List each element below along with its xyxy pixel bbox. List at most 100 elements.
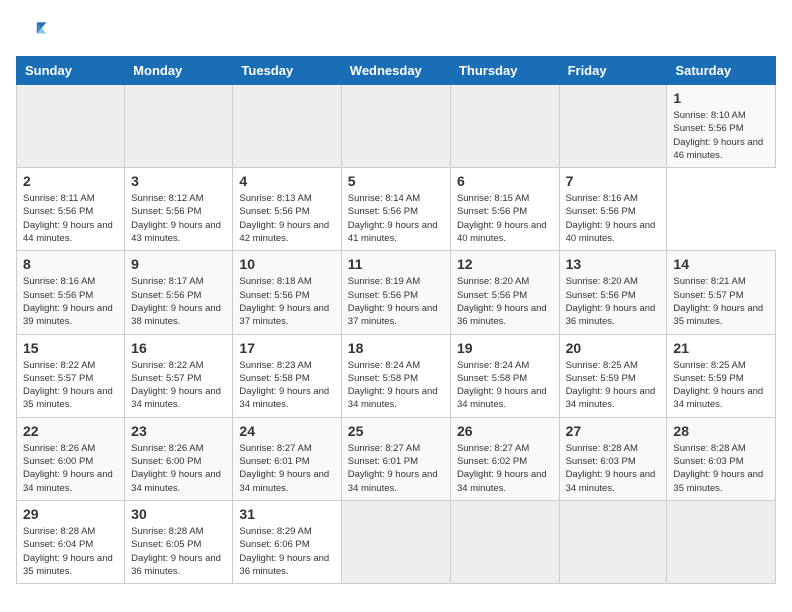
day-info: Sunrise: 8:26 AMSunset: 6:00 PMDaylight:…: [23, 443, 113, 494]
day-number: 6: [457, 173, 553, 189]
day-info: Sunrise: 8:16 AMSunset: 5:56 PMDaylight:…: [23, 276, 113, 327]
day-number: 24: [239, 423, 334, 439]
calendar-cell: 10 Sunrise: 8:18 AMSunset: 5:56 PMDaylig…: [233, 251, 341, 334]
week-row: 2 Sunrise: 8:11 AMSunset: 5:56 PMDayligh…: [17, 168, 776, 251]
day-info: Sunrise: 8:20 AMSunset: 5:56 PMDaylight:…: [566, 276, 656, 327]
calendar-cell: 28 Sunrise: 8:28 AMSunset: 6:03 PMDaylig…: [667, 417, 776, 500]
calendar-cell: 18 Sunrise: 8:24 AMSunset: 5:58 PMDaylig…: [341, 334, 450, 417]
calendar-cell: [341, 85, 450, 168]
calendar-cell: 25 Sunrise: 8:27 AMSunset: 6:01 PMDaylig…: [341, 417, 450, 500]
calendar-cell: 12 Sunrise: 8:20 AMSunset: 5:56 PMDaylig…: [450, 251, 559, 334]
day-number: 11: [348, 256, 444, 272]
day-number: 27: [566, 423, 661, 439]
header-row: SundayMondayTuesdayWednesdayThursdayFrid…: [17, 57, 776, 85]
calendar-cell: 24 Sunrise: 8:27 AMSunset: 6:01 PMDaylig…: [233, 417, 341, 500]
day-info: Sunrise: 8:16 AMSunset: 5:56 PMDaylight:…: [566, 193, 656, 244]
day-number: 23: [131, 423, 226, 439]
logo-icon: [16, 16, 48, 48]
col-header-friday: Friday: [559, 57, 667, 85]
day-number: 28: [673, 423, 769, 439]
calendar-cell: 30 Sunrise: 8:28 AMSunset: 6:05 PMDaylig…: [125, 500, 233, 583]
calendar-cell: 17 Sunrise: 8:23 AMSunset: 5:58 PMDaylig…: [233, 334, 341, 417]
calendar-cell: 5 Sunrise: 8:14 AMSunset: 5:56 PMDayligh…: [341, 168, 450, 251]
logo: [16, 16, 52, 48]
day-number: 20: [566, 340, 661, 356]
calendar-cell: 26 Sunrise: 8:27 AMSunset: 6:02 PMDaylig…: [450, 417, 559, 500]
calendar-cell: [559, 500, 667, 583]
day-info: Sunrise: 8:15 AMSunset: 5:56 PMDaylight:…: [457, 193, 547, 244]
day-info: Sunrise: 8:20 AMSunset: 5:56 PMDaylight:…: [457, 276, 547, 327]
day-number: 8: [23, 256, 118, 272]
col-header-thursday: Thursday: [450, 57, 559, 85]
calendar-cell: [233, 85, 341, 168]
day-number: 19: [457, 340, 553, 356]
calendar-cell: 19 Sunrise: 8:24 AMSunset: 5:58 PMDaylig…: [450, 334, 559, 417]
calendar-cell: 29 Sunrise: 8:28 AMSunset: 6:04 PMDaylig…: [17, 500, 125, 583]
day-number: 10: [239, 256, 334, 272]
day-info: Sunrise: 8:21 AMSunset: 5:57 PMDaylight:…: [673, 276, 763, 327]
day-info: Sunrise: 8:23 AMSunset: 5:58 PMDaylight:…: [239, 360, 329, 411]
day-number: 9: [131, 256, 226, 272]
day-info: Sunrise: 8:24 AMSunset: 5:58 PMDaylight:…: [348, 360, 438, 411]
day-number: 29: [23, 506, 118, 522]
day-info: Sunrise: 8:28 AMSunset: 6:03 PMDaylight:…: [673, 443, 763, 494]
calendar-cell: [450, 500, 559, 583]
day-number: 1: [673, 90, 769, 106]
calendar-cell: [17, 85, 125, 168]
week-row: 15 Sunrise: 8:22 AMSunset: 5:57 PMDaylig…: [17, 334, 776, 417]
day-number: 5: [348, 173, 444, 189]
day-info: Sunrise: 8:28 AMSunset: 6:04 PMDaylight:…: [23, 526, 113, 577]
calendar-cell: 3 Sunrise: 8:12 AMSunset: 5:56 PMDayligh…: [125, 168, 233, 251]
calendar-cell: 31 Sunrise: 8:29 AMSunset: 6:06 PMDaylig…: [233, 500, 341, 583]
day-number: 12: [457, 256, 553, 272]
day-info: Sunrise: 8:27 AMSunset: 6:01 PMDaylight:…: [239, 443, 329, 494]
day-number: 4: [239, 173, 334, 189]
col-header-sunday: Sunday: [17, 57, 125, 85]
calendar-cell: 7 Sunrise: 8:16 AMSunset: 5:56 PMDayligh…: [559, 168, 667, 251]
calendar-cell: 14 Sunrise: 8:21 AMSunset: 5:57 PMDaylig…: [667, 251, 776, 334]
calendar-cell: 15 Sunrise: 8:22 AMSunset: 5:57 PMDaylig…: [17, 334, 125, 417]
calendar-cell: 23 Sunrise: 8:26 AMSunset: 6:00 PMDaylig…: [125, 417, 233, 500]
day-info: Sunrise: 8:24 AMSunset: 5:58 PMDaylight:…: [457, 360, 547, 411]
calendar-cell: 8 Sunrise: 8:16 AMSunset: 5:56 PMDayligh…: [17, 251, 125, 334]
calendar-cell: 13 Sunrise: 8:20 AMSunset: 5:56 PMDaylig…: [559, 251, 667, 334]
day-info: Sunrise: 8:27 AMSunset: 6:01 PMDaylight:…: [348, 443, 438, 494]
calendar-cell: 1 Sunrise: 8:10 AMSunset: 5:56 PMDayligh…: [667, 85, 776, 168]
day-info: Sunrise: 8:29 AMSunset: 6:06 PMDaylight:…: [239, 526, 329, 577]
col-header-monday: Monday: [125, 57, 233, 85]
calendar-cell: 22 Sunrise: 8:26 AMSunset: 6:00 PMDaylig…: [17, 417, 125, 500]
week-row: 22 Sunrise: 8:26 AMSunset: 6:00 PMDaylig…: [17, 417, 776, 500]
day-number: 16: [131, 340, 226, 356]
day-info: Sunrise: 8:22 AMSunset: 5:57 PMDaylight:…: [131, 360, 221, 411]
calendar-cell: 6 Sunrise: 8:15 AMSunset: 5:56 PMDayligh…: [450, 168, 559, 251]
day-info: Sunrise: 8:25 AMSunset: 5:59 PMDaylight:…: [566, 360, 656, 411]
col-header-saturday: Saturday: [667, 57, 776, 85]
calendar-cell: 4 Sunrise: 8:13 AMSunset: 5:56 PMDayligh…: [233, 168, 341, 251]
day-info: Sunrise: 8:25 AMSunset: 5:59 PMDaylight:…: [673, 360, 763, 411]
day-info: Sunrise: 8:13 AMSunset: 5:56 PMDaylight:…: [239, 193, 329, 244]
day-info: Sunrise: 8:28 AMSunset: 6:05 PMDaylight:…: [131, 526, 221, 577]
calendar-cell: [341, 500, 450, 583]
day-info: Sunrise: 8:22 AMSunset: 5:57 PMDaylight:…: [23, 360, 113, 411]
day-info: Sunrise: 8:14 AMSunset: 5:56 PMDaylight:…: [348, 193, 438, 244]
calendar-cell: 11 Sunrise: 8:19 AMSunset: 5:56 PMDaylig…: [341, 251, 450, 334]
day-number: 2: [23, 173, 118, 189]
day-info: Sunrise: 8:28 AMSunset: 6:03 PMDaylight:…: [566, 443, 656, 494]
day-number: 31: [239, 506, 334, 522]
day-info: Sunrise: 8:11 AMSunset: 5:56 PMDaylight:…: [23, 193, 113, 244]
calendar-cell: 20 Sunrise: 8:25 AMSunset: 5:59 PMDaylig…: [559, 334, 667, 417]
day-number: 26: [457, 423, 553, 439]
day-number: 14: [673, 256, 769, 272]
calendar-cell: [125, 85, 233, 168]
day-number: 17: [239, 340, 334, 356]
day-info: Sunrise: 8:19 AMSunset: 5:56 PMDaylight:…: [348, 276, 438, 327]
calendar-cell: [667, 500, 776, 583]
day-number: 13: [566, 256, 661, 272]
col-header-wednesday: Wednesday: [341, 57, 450, 85]
day-number: 25: [348, 423, 444, 439]
day-info: Sunrise: 8:17 AMSunset: 5:56 PMDaylight:…: [131, 276, 221, 327]
calendar-cell: 21 Sunrise: 8:25 AMSunset: 5:59 PMDaylig…: [667, 334, 776, 417]
day-info: Sunrise: 8:26 AMSunset: 6:00 PMDaylight:…: [131, 443, 221, 494]
calendar-cell: 9 Sunrise: 8:17 AMSunset: 5:56 PMDayligh…: [125, 251, 233, 334]
day-number: 15: [23, 340, 118, 356]
